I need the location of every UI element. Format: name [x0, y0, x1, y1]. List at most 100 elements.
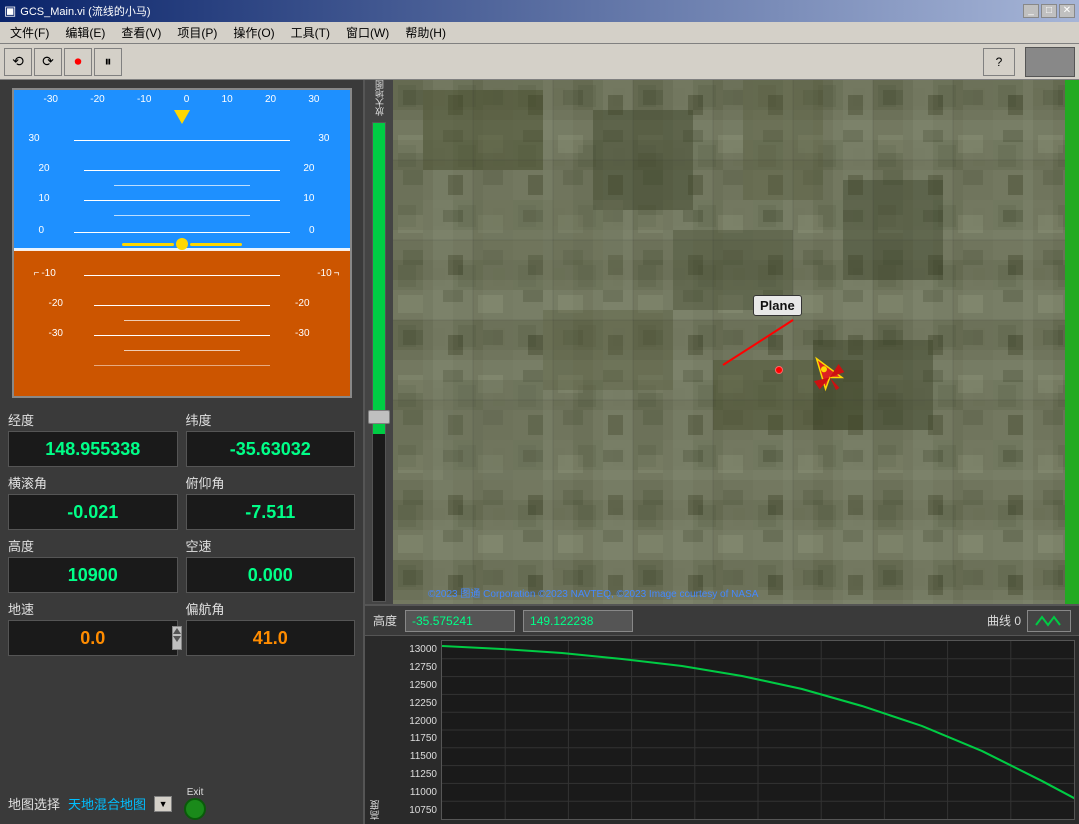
menu-edit[interactable]: 编辑(E)	[57, 22, 113, 43]
bank-scale: -30 -20 -10 0 10 20 30	[44, 94, 320, 105]
y-tick-12250: 12250	[386, 698, 441, 709]
y-axis: 13000 12750 12500 12250 12000 11750 1150…	[386, 640, 441, 820]
map-select-value: 天地混合地图	[68, 794, 146, 813]
heading-value: 41.0	[186, 620, 356, 656]
undo-button[interactable]: ⟲	[4, 48, 32, 76]
scale-bar-fill	[373, 123, 385, 434]
heading-field-wrapper: 41.0	[186, 620, 356, 656]
pitch-line-neg25	[124, 320, 240, 321]
latitude-label: 纬度	[186, 410, 356, 429]
plane-arrow-line	[703, 310, 843, 390]
help-button[interactable]: ?	[983, 48, 1015, 76]
row-alt-airspeed: 高度 10900 空速 0.000	[8, 536, 355, 593]
scroll-up-arrow	[173, 628, 181, 634]
pitch-line-neg10: ⌐ -10 -10 ¬	[84, 275, 280, 276]
close-button[interactable]: ✕	[1059, 4, 1075, 18]
map-scale-label: 放大地图	[373, 80, 386, 116]
map-right-strip	[1065, 80, 1079, 604]
map-scale-bar[interactable]: 放大地图 0 1 2 3 4 5 6 7	[365, 80, 393, 604]
bank-mark-0: 0	[184, 94, 190, 105]
pitch-line-10: 10 10	[84, 200, 280, 201]
chart-canvas	[441, 640, 1075, 820]
menu-window[interactable]: 窗口(W)	[338, 22, 397, 43]
bank-mark-neg20: -20	[90, 94, 104, 105]
aircraft-wings	[122, 238, 242, 250]
scroll-down-arrow	[173, 636, 181, 642]
coords-bar: 高度 曲线 0	[365, 606, 1079, 636]
bank-mark-pos30: 30	[308, 94, 319, 105]
y-tick-10750: 10750	[386, 805, 441, 816]
y-tick-11500: 11500	[386, 751, 441, 762]
field-airspeed: 空速 0.000	[186, 536, 356, 593]
altitude-chart-label: 高度	[373, 612, 397, 629]
pitch-line-0: 0 0	[74, 232, 290, 233]
pitch-line-neg20: -20 -20	[94, 305, 270, 306]
map-select-dropdown[interactable]: ▼	[154, 796, 172, 812]
map-area[interactable]: 放大地图 0 1 2 3 4 5 6 7	[365, 80, 1079, 604]
longitude-label: 经度	[8, 410, 178, 429]
pitch-line-30: 30 30	[74, 140, 290, 141]
map-image: Plane ©2023 图通 Corporation ©2023 NAVTEQ,…	[393, 80, 1079, 604]
y-tick-12750: 12750	[386, 662, 441, 673]
field-roll: 横滚角 -0.021	[8, 473, 178, 530]
data-panel: 经度 148.955338 纬度 -35.63032 横滚角 -0.021 俯仰…	[0, 402, 363, 783]
airspeed-label: 空速	[186, 536, 356, 555]
field-pitch: 俯仰角 -7.511	[186, 473, 356, 530]
exit-button[interactable]	[184, 798, 206, 820]
curve-controls: 曲线 0	[987, 610, 1071, 632]
y-tick-11250: 11250	[386, 769, 441, 780]
field-latitude: 纬度 -35.63032	[186, 410, 356, 467]
heading-scroll[interactable]	[172, 626, 182, 650]
bottom-section: 高度 曲线 0 高度 13000	[365, 604, 1079, 824]
pause-button[interactable]: ⏸	[94, 48, 122, 76]
record-button[interactable]: ⏺	[64, 48, 92, 76]
menu-project[interactable]: 项目(P)	[169, 22, 225, 43]
bank-mark-pos20: 20	[265, 94, 276, 105]
field-groundspeed: 地速 0.0	[8, 599, 178, 656]
window-title: GCS_Main.vi (流线的小马)	[20, 3, 150, 19]
plane-group: Plane	[803, 350, 853, 403]
menu-view[interactable]: 查看(V)	[113, 22, 169, 43]
attitude-indicator: -30 -20 -10 0 10 20 30 30 30 20 20	[12, 88, 352, 398]
menu-operate[interactable]: 操作(O)	[225, 22, 282, 43]
map-copyright: ©2023 图通 Corporation ©2023 NAVTEQ, ©2023…	[428, 585, 758, 600]
altitude-value: 10900	[8, 557, 178, 593]
pitch-label: 俯仰角	[186, 473, 356, 492]
pitch-line-neg35	[124, 350, 240, 351]
latitude-value: -35.63032	[186, 431, 356, 467]
field-heading: 偏航角 41.0	[186, 599, 356, 656]
bank-mark-neg30: -30	[44, 94, 58, 105]
minimize-button[interactable]: _	[1023, 4, 1039, 18]
chart-area: 高度 13000 12750 12500 12250 12000 11750 1…	[365, 636, 1079, 824]
menu-bar: 文件(F) 编辑(E) 查看(V) 项目(P) 操作(O) 工具(T) 窗口(W…	[0, 22, 1079, 44]
chart-svg	[442, 641, 1074, 819]
title-bar: ▣ GCS_Main.vi (流线的小马) _ □ ✕	[0, 0, 1079, 22]
curve-toggle[interactable]	[1027, 610, 1071, 632]
y-tick-12000: 12000	[386, 716, 441, 727]
camera-preview	[1025, 47, 1075, 77]
main-content: -30 -20 -10 0 10 20 30 30 30 20 20	[0, 80, 1079, 824]
coord-y-input[interactable]	[523, 610, 633, 632]
heading-label: 偏航角	[186, 599, 356, 618]
pitch-line-neg40	[94, 365, 270, 366]
row-lon-lat: 经度 148.955338 纬度 -35.63032	[8, 410, 355, 467]
maximize-button[interactable]: □	[1041, 4, 1057, 18]
scale-bar-track[interactable]: 0 1 2 3 4 5 6 7 8 9 10 11 12 13	[372, 122, 386, 602]
redo-button[interactable]: ⟳	[34, 48, 62, 76]
window-controls: _ □ ✕	[1023, 4, 1075, 18]
map-select-row: 地图选择 天地混合地图 ▼ Exit	[0, 783, 363, 824]
menu-tools[interactable]: 工具(T)	[283, 22, 338, 43]
scale-thumb[interactable]	[368, 410, 390, 424]
longitude-value: 148.955338	[8, 431, 178, 467]
toolbar: ⟲ ⟳ ⏺ ⏸ ?	[0, 44, 1079, 80]
menu-file[interactable]: 文件(F)	[2, 22, 57, 43]
exit-group: Exit	[184, 787, 206, 820]
pitch-line-15	[114, 185, 250, 186]
map-select-label: 地图选择	[8, 794, 60, 813]
bank-mark-neg10: -10	[137, 94, 151, 105]
pitch-line-neg30: -30 -30	[94, 335, 270, 336]
menu-help[interactable]: 帮助(H)	[397, 22, 454, 43]
coord-x-input[interactable]	[405, 610, 515, 632]
left-panel: -30 -20 -10 0 10 20 30 30 30 20 20	[0, 80, 365, 824]
row-gndspeed-heading: 地速 0.0 偏航角 41.0	[8, 599, 355, 656]
